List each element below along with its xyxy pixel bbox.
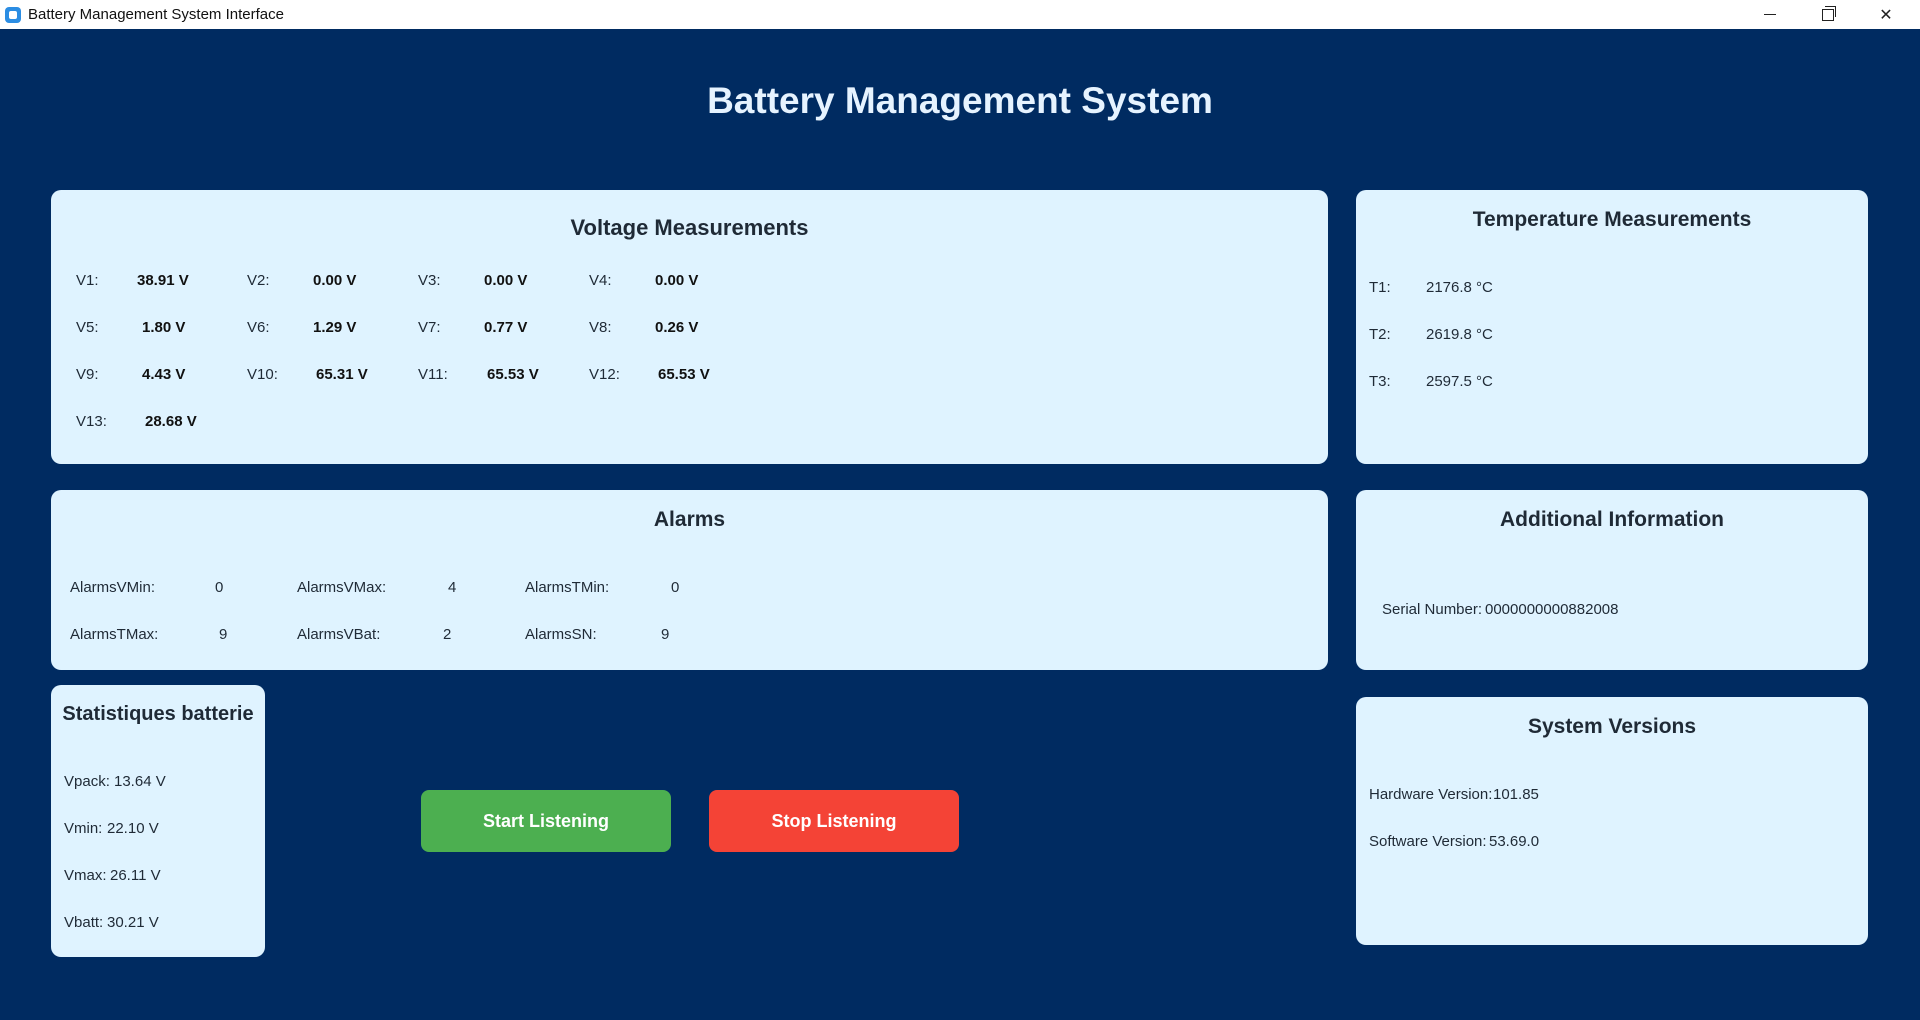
voltage-panel-title: Voltage Measurements bbox=[570, 215, 809, 240]
temperature-label: T3: bbox=[1369, 373, 1391, 390]
battery-stats-title: Statistiques batterie bbox=[62, 703, 254, 725]
voltage-label: V11: bbox=[418, 366, 448, 383]
stats-value: 26.11 V bbox=[110, 867, 161, 884]
stats-label: Vmin: bbox=[64, 820, 103, 837]
voltage-value: 65.53 V bbox=[487, 366, 539, 383]
maximize-button[interactable] bbox=[1799, 0, 1857, 29]
minimize-button[interactable] bbox=[1741, 0, 1799, 29]
voltage-label: V3: bbox=[418, 272, 441, 289]
voltage-label: V10: bbox=[247, 366, 278, 383]
voltage-label: V5: bbox=[76, 319, 99, 336]
voltage-value: 0.77 V bbox=[484, 319, 528, 336]
temperature-label: T2: bbox=[1369, 326, 1391, 343]
voltage-value: 0.00 V bbox=[313, 272, 357, 289]
alarm-value: 4 bbox=[448, 579, 457, 596]
voltage-label: V6: bbox=[247, 319, 270, 336]
voltage-label: V4: bbox=[589, 272, 612, 289]
alarm-label: AlarmsSN: bbox=[525, 626, 597, 643]
alarm-value: 2 bbox=[443, 626, 452, 643]
voltage-value: 28.68 V bbox=[145, 413, 197, 430]
stats-label: Vmax: bbox=[64, 867, 107, 884]
voltage-value: 1.80 V bbox=[142, 319, 186, 336]
stats-label: Vpack: bbox=[64, 773, 110, 790]
voltage-label: V8: bbox=[589, 319, 612, 336]
window-titlebar: Battery Management System Interface ✕ bbox=[0, 0, 1920, 29]
temperature-panel: Temperature Measurements T1: 2176.8 °C T… bbox=[1356, 190, 1868, 464]
software-version-value: 53.69.0 bbox=[1489, 833, 1540, 850]
serial-number-label: Serial Number: bbox=[1382, 601, 1483, 618]
alarm-value: 9 bbox=[661, 626, 670, 643]
voltage-label: V2: bbox=[247, 272, 270, 289]
alarm-value: 0 bbox=[215, 579, 224, 596]
stats-value: 13.64 V bbox=[114, 773, 166, 790]
additional-info-title: Additional Information bbox=[1500, 508, 1724, 531]
restore-icon bbox=[1822, 5, 1836, 21]
temperature-value: 2176.8 °C bbox=[1426, 279, 1493, 296]
alarm-value: 0 bbox=[671, 579, 680, 596]
page-title: Battery Management System bbox=[707, 80, 1213, 121]
hardware-version-value: 101.85 bbox=[1493, 786, 1539, 803]
voltage-label: V7: bbox=[418, 319, 441, 336]
app-icon bbox=[5, 6, 21, 23]
stop-listening-button[interactable]: Stop Listening bbox=[709, 790, 959, 852]
temperature-value: 2619.8 °C bbox=[1426, 326, 1493, 343]
voltage-value: 38.91 V bbox=[137, 272, 189, 289]
voltage-label: V13: bbox=[76, 413, 107, 430]
alarms-panel-title: Alarms bbox=[653, 508, 726, 531]
alarm-label: AlarmsVBat: bbox=[297, 626, 381, 643]
temperature-label: T1: bbox=[1369, 279, 1391, 296]
window-title: Battery Management System Interface bbox=[28, 6, 284, 23]
close-button[interactable]: ✕ bbox=[1857, 0, 1915, 29]
close-icon: ✕ bbox=[1879, 6, 1893, 24]
temperature-panel-title: Temperature Measurements bbox=[1472, 208, 1752, 231]
voltage-value: 0.00 V bbox=[484, 272, 528, 289]
minimize-icon bbox=[1764, 14, 1776, 15]
software-version-label: Software Version: bbox=[1369, 833, 1487, 850]
serial-number-value: 0000000000882008 bbox=[1485, 601, 1619, 618]
voltage-label: V1: bbox=[76, 272, 99, 289]
additional-info-panel: Additional Information Serial Number: 00… bbox=[1356, 490, 1868, 670]
battery-stats-panel: Statistiques batterie Vpack: 13.64 V Vmi… bbox=[51, 685, 265, 957]
stats-value: 22.10 V bbox=[107, 820, 159, 837]
voltage-value: 65.31 V bbox=[316, 366, 368, 383]
voltage-value: 0.26 V bbox=[655, 319, 699, 336]
voltage-panel: Voltage Measurements V1: 38.91 V V2: 0.0… bbox=[51, 190, 1328, 464]
alarm-label: AlarmsVMax: bbox=[297, 579, 387, 596]
voltage-value: 1.29 V bbox=[313, 319, 357, 336]
alarm-label: AlarmsTMin: bbox=[525, 579, 610, 596]
voltage-value: 65.53 V bbox=[658, 366, 710, 383]
voltage-label: V9: bbox=[76, 366, 99, 383]
system-versions-panel: System Versions Hardware Version: 101.85… bbox=[1356, 697, 1868, 945]
voltage-label: V12: bbox=[589, 366, 620, 383]
alarm-value: 9 bbox=[219, 626, 228, 643]
start-listening-button[interactable]: Start Listening bbox=[421, 790, 671, 852]
stats-label: Vbatt: bbox=[64, 914, 104, 931]
alarms-panel: Alarms AlarmsVMin: 0 AlarmsVMax: 4 Alarm… bbox=[51, 490, 1328, 670]
alarm-label: AlarmsVMin: bbox=[70, 579, 156, 596]
voltage-value: 0.00 V bbox=[655, 272, 699, 289]
stats-value: 30.21 V bbox=[107, 914, 159, 931]
hardware-version-label: Hardware Version: bbox=[1369, 786, 1493, 803]
alarm-label: AlarmsTMax: bbox=[70, 626, 159, 643]
voltage-value: 4.43 V bbox=[142, 366, 186, 383]
temperature-value: 2597.5 °C bbox=[1426, 373, 1493, 390]
system-versions-title: System Versions bbox=[1527, 715, 1697, 738]
